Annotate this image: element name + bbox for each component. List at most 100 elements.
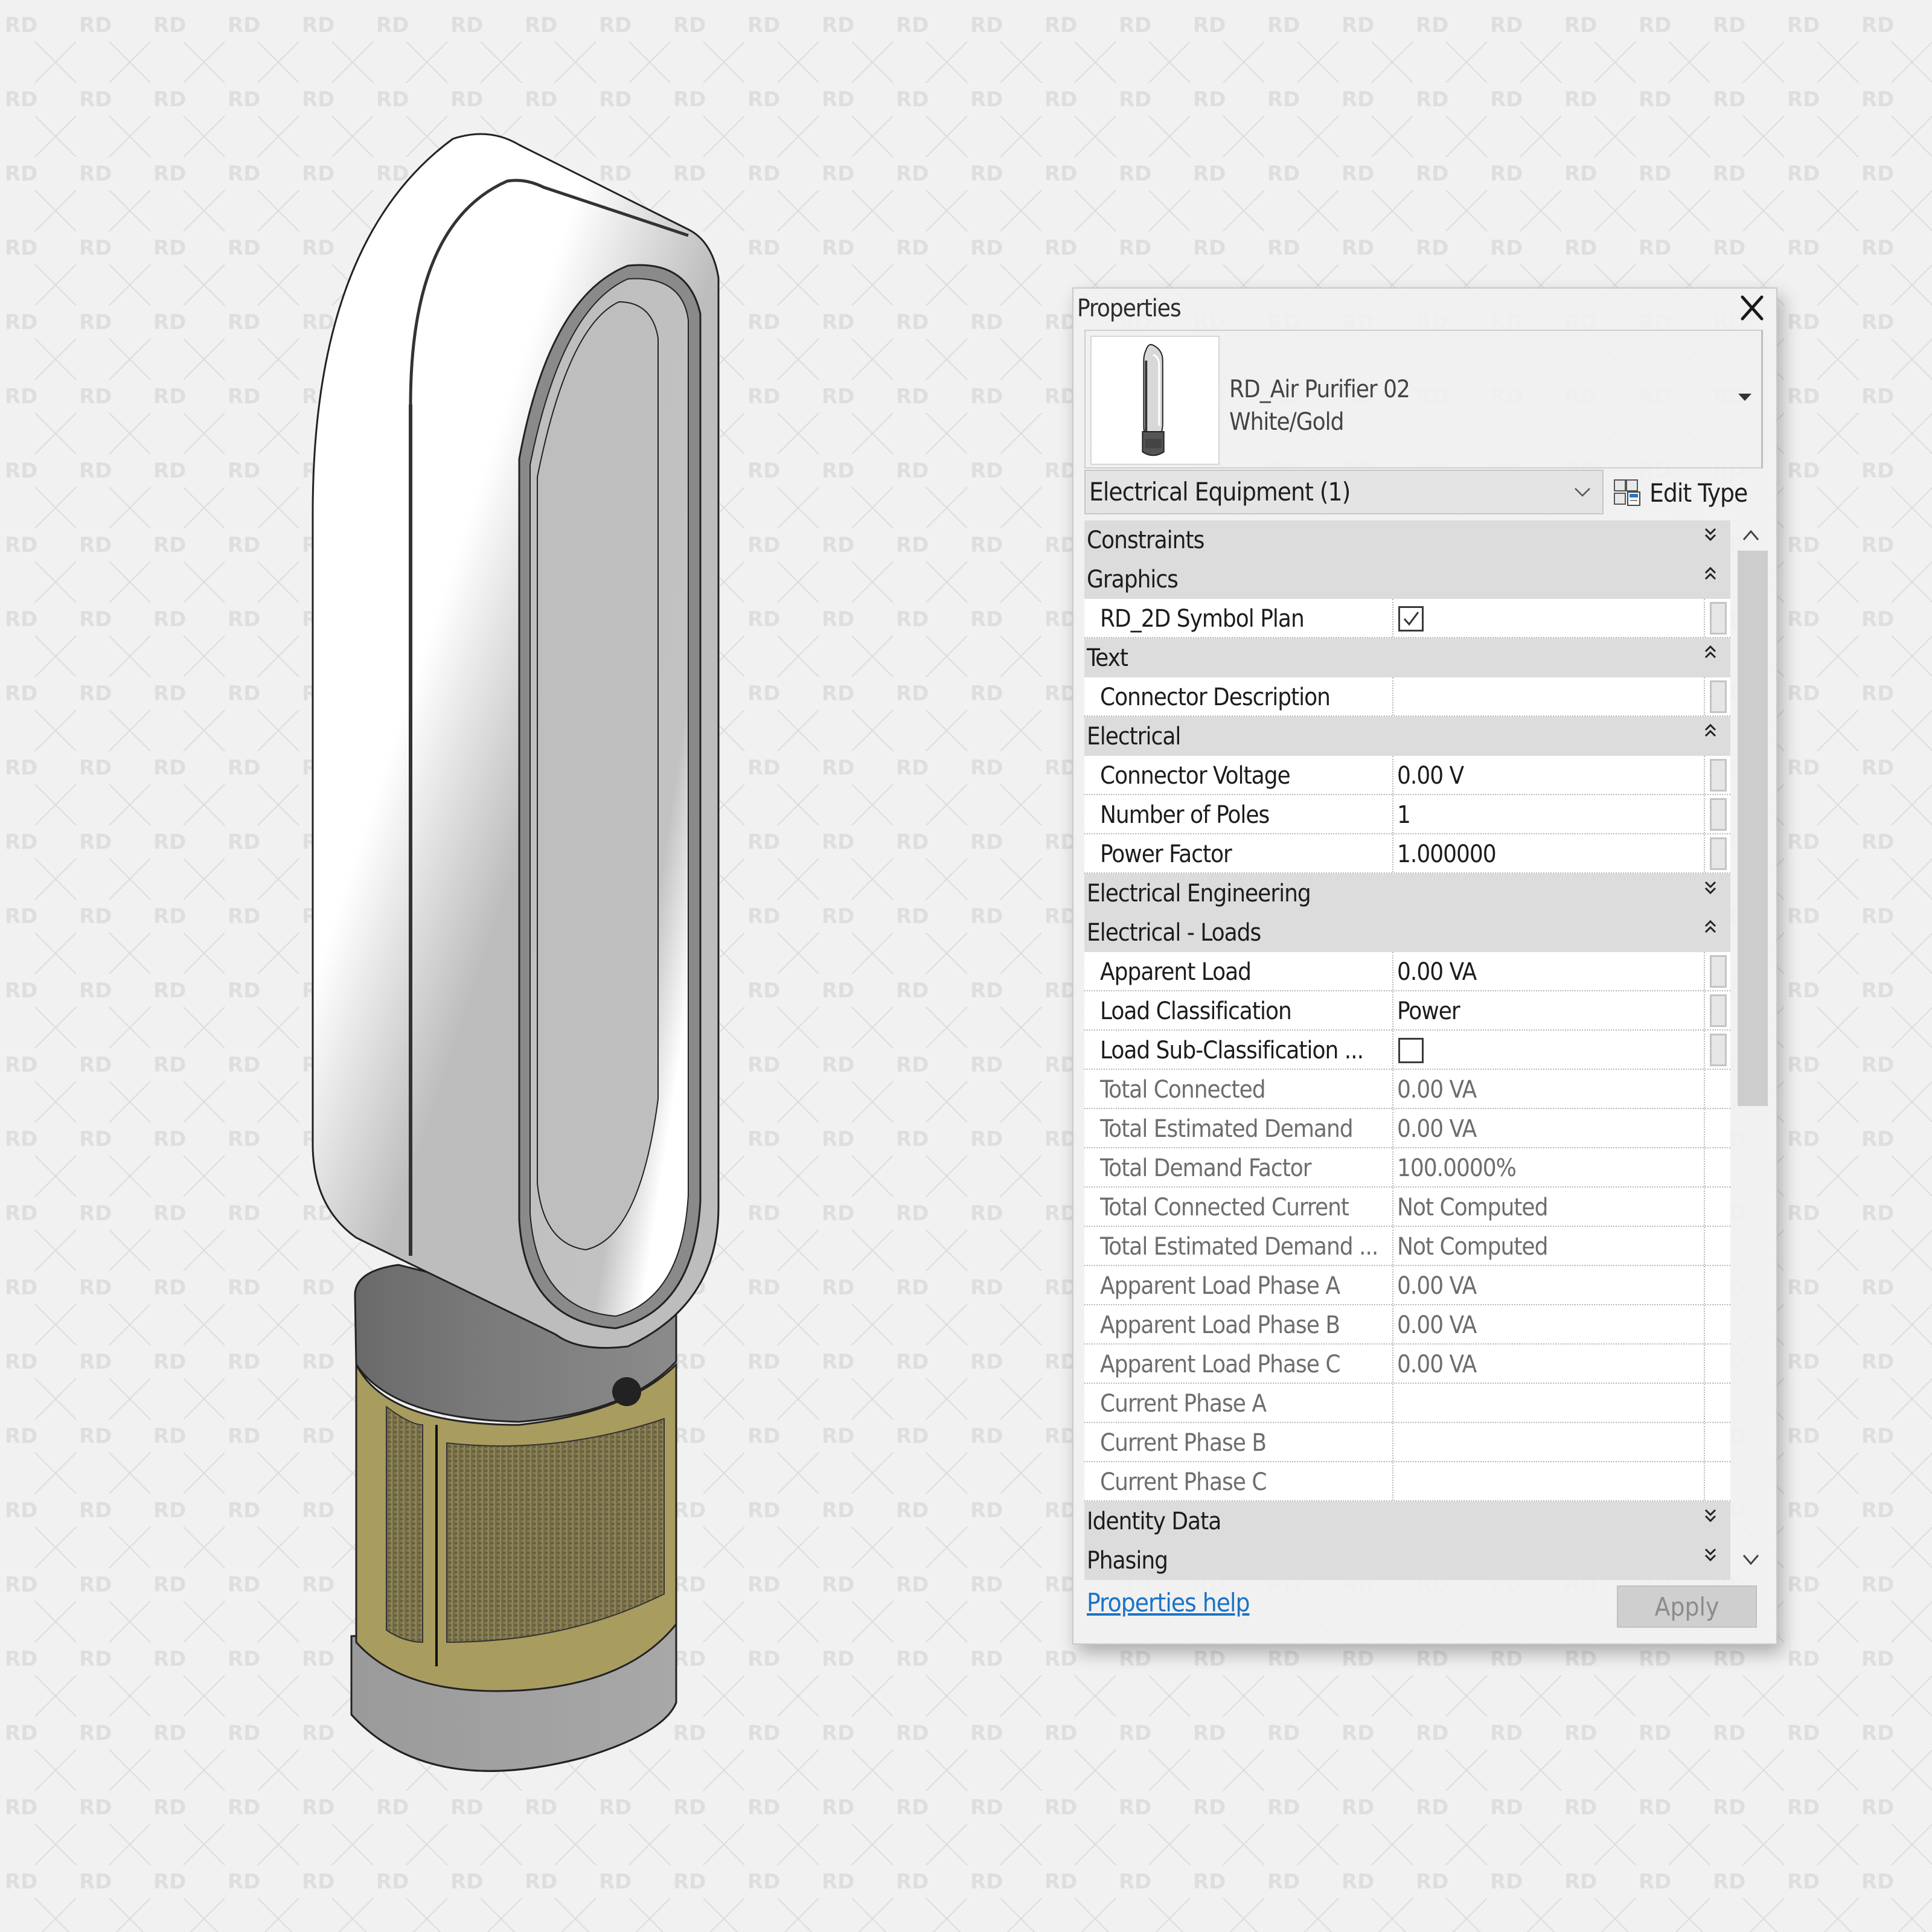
watermark-cross: [851, 1749, 894, 1791]
watermark-text: RD: [1787, 236, 1820, 260]
watermark-text: RD: [747, 1870, 780, 1894]
watermark-text: RD: [153, 162, 186, 186]
property-checkbox[interactable]: [1398, 606, 1424, 632]
property-value-cell[interactable]: 0.00 VA: [1395, 952, 1704, 990]
close-button[interactable]: [1736, 292, 1768, 324]
group-label: Electrical - Loads: [1087, 919, 1261, 947]
property-value-cell: [1395, 1423, 1704, 1461]
property-value-cell[interactable]: [1395, 599, 1704, 637]
associate-parameter-button[interactable]: [1710, 837, 1727, 870]
watermark-cross: [1742, 190, 1785, 232]
watermark-cross: [1891, 487, 1932, 529]
watermark-cross: [34, 561, 77, 603]
group-header-electrical-engineering[interactable]: Electrical Engineering: [1084, 874, 1730, 913]
properties-help-link[interactable]: Properties help: [1087, 1588, 1250, 1617]
scroll-up-icon[interactable]: [1740, 526, 1762, 545]
watermark-text: RD: [79, 385, 112, 409]
type-variant: White/Gold: [1229, 408, 1345, 436]
watermark-text: RD: [1713, 1796, 1745, 1820]
watermark-text: RD: [896, 13, 929, 37]
property-value-cell[interactable]: [1395, 1031, 1704, 1069]
group-header-phasing[interactable]: Phasing: [1084, 1541, 1730, 1580]
watermark-cross: [183, 784, 225, 826]
watermark-text: RD: [79, 1499, 112, 1523]
watermark-text: RD: [822, 1424, 854, 1448]
associate-parameter-button[interactable]: [1710, 955, 1727, 988]
watermark-text: RD: [747, 533, 780, 557]
group-header-constraints[interactable]: Constraints: [1084, 520, 1730, 560]
watermark-text: RD: [1044, 13, 1077, 37]
watermark-text: RD: [5, 1127, 37, 1151]
watermark-cross: [109, 412, 151, 455]
apply-button[interactable]: Apply: [1617, 1585, 1757, 1628]
group-header-graphics[interactable]: Graphics: [1084, 560, 1730, 599]
close-icon: [1741, 295, 1764, 321]
watermark-cross: [1817, 709, 1859, 752]
watermark-text: RD: [747, 979, 780, 1003]
scroll-down-icon[interactable]: [1740, 1550, 1762, 1569]
group-header-electrical-loads[interactable]: Electrical - Loads: [1084, 913, 1730, 952]
property-checkbox[interactable]: [1398, 1038, 1424, 1063]
watermark-cross: [851, 1081, 894, 1123]
watermark-text: RD: [1861, 904, 1894, 929]
watermark-cross: [1817, 1749, 1859, 1791]
watermark-cross: [109, 1303, 151, 1346]
watermark-cross: [777, 1898, 819, 1932]
watermark-cross: [1445, 115, 1488, 158]
watermark-text: RD: [5, 88, 37, 112]
watermark-text: RD: [1861, 1350, 1894, 1374]
associate-parameter-button[interactable]: [1710, 1034, 1727, 1066]
associate-parameter-button[interactable]: [1710, 759, 1727, 792]
property-row: Apparent Load Phase C 0.00 VA: [1084, 1345, 1730, 1384]
properties-grid: Constraints Graphics RD_2D Symbol Plan Text…: [1084, 520, 1730, 1582]
watermark-text: RD: [79, 236, 112, 260]
watermark-cross: [926, 1452, 968, 1494]
row-side-cell: [1704, 1070, 1730, 1108]
watermark-cross: [34, 338, 77, 380]
property-value-cell[interactable]: 1.000000: [1395, 834, 1704, 872]
property-value-cell[interactable]: 1: [1395, 795, 1704, 833]
watermark-cross: [1817, 487, 1859, 529]
watermark-cross: [1817, 1155, 1859, 1197]
associate-parameter-button[interactable]: [1710, 680, 1727, 713]
watermark-cross: [183, 1081, 225, 1123]
purifier-loop: [312, 133, 720, 1349]
watermark-cross: [1817, 1526, 1859, 1569]
watermark-text: RD: [153, 830, 186, 854]
category-filter-dropdown[interactable]: Electrical Equipment (1): [1084, 470, 1604, 514]
edit-type-button[interactable]: Edit Type: [1613, 475, 1748, 511]
watermark-text: RD: [747, 756, 780, 780]
watermark-text: RD: [1490, 236, 1523, 260]
associate-parameter-button[interactable]: [1710, 602, 1727, 635]
property-value-cell[interactable]: Power: [1395, 991, 1704, 1029]
associate-parameter-button[interactable]: [1710, 798, 1727, 831]
associate-parameter-button[interactable]: [1710, 994, 1727, 1027]
group-header-text[interactable]: Text: [1084, 638, 1730, 677]
watermark-text: RD: [896, 1276, 929, 1300]
watermark-cross: [1594, 1898, 1636, 1932]
watermark-text: RD: [1416, 1796, 1448, 1820]
grid-scrollbar[interactable]: [1733, 520, 1770, 1569]
property-value-cell[interactable]: [1395, 677, 1704, 715]
watermark-text: RD: [1490, 1796, 1523, 1820]
watermark-cross: [777, 487, 819, 529]
type-selector[interactable]: RD_Air Purifier 02 White/Gold: [1084, 330, 1763, 469]
watermark-text: RD: [1490, 1721, 1523, 1745]
watermark-text: RD: [79, 607, 112, 632]
watermark-text: RD: [970, 1127, 1003, 1151]
watermark-cross: [777, 1006, 819, 1049]
watermark-cross: [1742, 115, 1785, 158]
scrollbar-thumb[interactable]: [1738, 551, 1768, 1106]
property-label-cell: Total Estimated Demand: [1084, 1109, 1393, 1147]
watermark-cross: [1817, 41, 1859, 83]
watermark-cross: [851, 1526, 894, 1569]
watermark-text: RD: [153, 607, 186, 632]
group-header-electrical[interactable]: Electrical: [1084, 717, 1730, 756]
watermark-cross: [1817, 1006, 1859, 1049]
watermark-text: RD: [822, 1647, 854, 1671]
group-header-identity-data[interactable]: Identity Data: [1084, 1502, 1730, 1541]
watermark-text: RD: [747, 1350, 780, 1374]
watermark-text: RD: [1342, 236, 1374, 260]
property-row: RD_2D Symbol Plan: [1084, 599, 1730, 638]
property-value-cell[interactable]: 0.00 V: [1395, 756, 1704, 794]
